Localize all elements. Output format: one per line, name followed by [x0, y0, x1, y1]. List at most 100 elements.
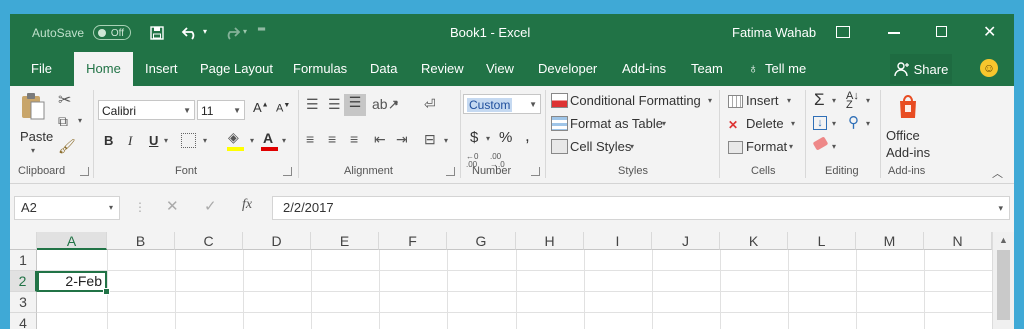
format-as-table-dropdown-icon[interactable]: ▾ — [662, 119, 666, 128]
font-color-dropdown-icon[interactable]: ▾ — [282, 136, 286, 145]
clear-icon[interactable] — [812, 136, 829, 151]
cell-styles-dropdown-icon[interactable]: ▾ — [630, 142, 634, 151]
close-icon[interactable]: ✕ — [983, 22, 996, 42]
increase-indent-icon[interactable]: ⇥ — [396, 131, 408, 148]
name-box[interactable]: A2 ▾ — [14, 196, 120, 220]
increase-font-size-icon[interactable]: A▲ — [253, 100, 269, 115]
sort-filter-icon[interactable]: A↓ Z — [846, 91, 859, 111]
align-right-icon[interactable]: ≡ — [350, 131, 358, 147]
undo-dropdown-icon[interactable]: ▾ — [203, 27, 207, 36]
office-addins-label-line1[interactable]: Office — [886, 128, 920, 143]
ribbon-display-options-icon[interactable] — [836, 26, 850, 38]
insert-dropdown-icon[interactable]: ▾ — [787, 96, 791, 105]
lightbulb-icon[interactable]: ♁ — [748, 60, 759, 76]
column-header-l[interactable]: L — [788, 232, 856, 250]
format-dropdown-icon[interactable]: ▾ — [789, 142, 793, 151]
collapse-ribbon-icon[interactable]: ︿ — [992, 165, 1003, 181]
number-format-combo[interactable]: Custom ▼ — [463, 94, 541, 114]
column-header-d[interactable]: D — [243, 232, 311, 250]
autosave-toggle[interactable]: Off — [93, 25, 131, 40]
scrollbar-thumb[interactable] — [997, 250, 1010, 320]
column-header-b[interactable]: B — [107, 232, 175, 250]
decrease-font-size-icon[interactable]: A▼ — [276, 102, 290, 115]
share-button[interactable]: Share — [890, 54, 952, 84]
format-as-table-button[interactable]: Format as Table — [570, 116, 663, 131]
delete-cells-button[interactable]: Delete — [746, 116, 784, 131]
undo-icon[interactable] — [180, 24, 202, 42]
merge-dropdown-icon[interactable]: ▾ — [444, 136, 448, 145]
tab-view[interactable]: View — [486, 61, 514, 76]
insert-function-button[interactable]: fx — [242, 197, 252, 213]
align-left-icon[interactable]: ≡ — [306, 131, 314, 147]
currency-button[interactable]: $ — [470, 129, 478, 146]
tell-me-box[interactable]: Tell me — [765, 61, 806, 76]
format-cells-icon[interactable] — [728, 141, 743, 154]
column-header-i[interactable]: I — [584, 232, 652, 250]
find-select-dropdown-icon[interactable]: ▾ — [866, 119, 870, 128]
column-header-k[interactable]: K — [720, 232, 788, 250]
format-as-table-icon[interactable] — [551, 116, 568, 131]
cancel-entry-icon[interactable]: ✕ — [166, 197, 179, 215]
column-header-e[interactable]: E — [311, 232, 379, 250]
formula-input[interactable]: 2/2/2017 ▾ — [272, 196, 1010, 220]
tab-page-layout[interactable]: Page Layout — [200, 61, 273, 76]
feedback-smiley-icon[interactable]: ☺ — [980, 59, 998, 77]
clipboard-launcher-icon[interactable] — [80, 167, 89, 176]
fill-icon[interactable]: ↓ — [813, 116, 827, 130]
percent-button[interactable]: % — [499, 129, 512, 146]
tab-insert[interactable]: Insert — [145, 61, 178, 76]
borders-icon[interactable] — [181, 133, 196, 148]
orientation-dropdown-icon[interactable]: ▾ — [394, 99, 398, 108]
tab-file[interactable]: File — [31, 61, 52, 76]
conditional-formatting-button[interactable]: Conditional Formatting — [570, 93, 701, 108]
delete-dropdown-icon[interactable]: ▾ — [791, 119, 795, 128]
clear-dropdown-icon[interactable]: ▾ — [832, 142, 836, 151]
tab-formulas[interactable]: Formulas — [293, 61, 347, 76]
row-header-4[interactable]: 4 — [10, 313, 37, 329]
paste-label[interactable]: Paste — [20, 129, 53, 144]
font-color-icon[interactable]: A — [263, 130, 273, 146]
fill-dropdown-icon[interactable]: ▾ — [832, 119, 836, 128]
cut-icon[interactable]: ✂ — [58, 90, 71, 110]
alignment-launcher-icon[interactable] — [446, 167, 455, 176]
office-addins-label-line2[interactable]: Add-ins — [886, 145, 930, 160]
format-cells-button[interactable]: Format — [746, 139, 787, 154]
selected-cell-a2[interactable]: 2-Feb — [37, 271, 107, 292]
minimize-icon[interactable] — [888, 32, 900, 34]
merge-center-icon[interactable]: ⊟ — [424, 131, 436, 148]
column-header-a[interactable]: A — [37, 232, 107, 250]
save-icon[interactable] — [148, 24, 166, 42]
autosum-icon[interactable]: Σ — [814, 90, 825, 110]
tab-add-ins[interactable]: Add-ins — [622, 61, 666, 76]
underline-button[interactable]: U — [149, 133, 158, 148]
currency-dropdown-icon[interactable]: ▾ — [486, 134, 490, 143]
spreadsheet-grid[interactable]: A B C D E F G H I J K L M N 1 2 3 4 2-Fe… — [10, 232, 1014, 329]
scroll-up-icon[interactable]: ▲ — [999, 235, 1008, 245]
office-addins-icon[interactable] — [896, 92, 920, 119]
find-select-icon[interactable]: ⚲ — [848, 113, 859, 131]
row-header-2[interactable]: 2 — [10, 271, 37, 292]
wrap-text-icon[interactable]: ⏎ — [424, 96, 436, 113]
user-name[interactable]: Fatima Wahab — [732, 25, 816, 40]
format-painter-icon[interactable]: 🖌 — [58, 138, 76, 155]
redo-dropdown-icon[interactable]: ▾ — [243, 27, 247, 36]
cell-styles-button[interactable]: Cell Styles — [570, 139, 631, 154]
select-all-corner[interactable] — [10, 232, 37, 250]
autosum-dropdown-icon[interactable]: ▾ — [832, 96, 836, 105]
redo-icon[interactable] — [220, 24, 242, 42]
maximize-icon[interactable] — [936, 26, 947, 37]
fill-color-icon[interactable]: ◈ — [228, 129, 239, 146]
comma-button[interactable]: , — [525, 126, 530, 146]
column-header-f[interactable]: F — [379, 232, 447, 250]
sort-filter-dropdown-icon[interactable]: ▾ — [866, 96, 870, 105]
bold-button[interactable]: B — [104, 133, 113, 148]
paste-icon[interactable] — [20, 92, 46, 122]
insert-cells-icon[interactable] — [728, 95, 743, 108]
font-name-combo[interactable]: Calibri ▼ — [98, 100, 195, 120]
top-align-icon[interactable]: ☰ — [306, 96, 319, 113]
tab-developer[interactable]: Developer — [538, 61, 597, 76]
underline-dropdown-icon[interactable]: ▾ — [164, 136, 168, 145]
conditional-formatting-icon[interactable] — [551, 93, 568, 108]
column-header-m[interactable]: M — [856, 232, 924, 250]
fill-color-dropdown-icon[interactable]: ▾ — [250, 136, 254, 145]
